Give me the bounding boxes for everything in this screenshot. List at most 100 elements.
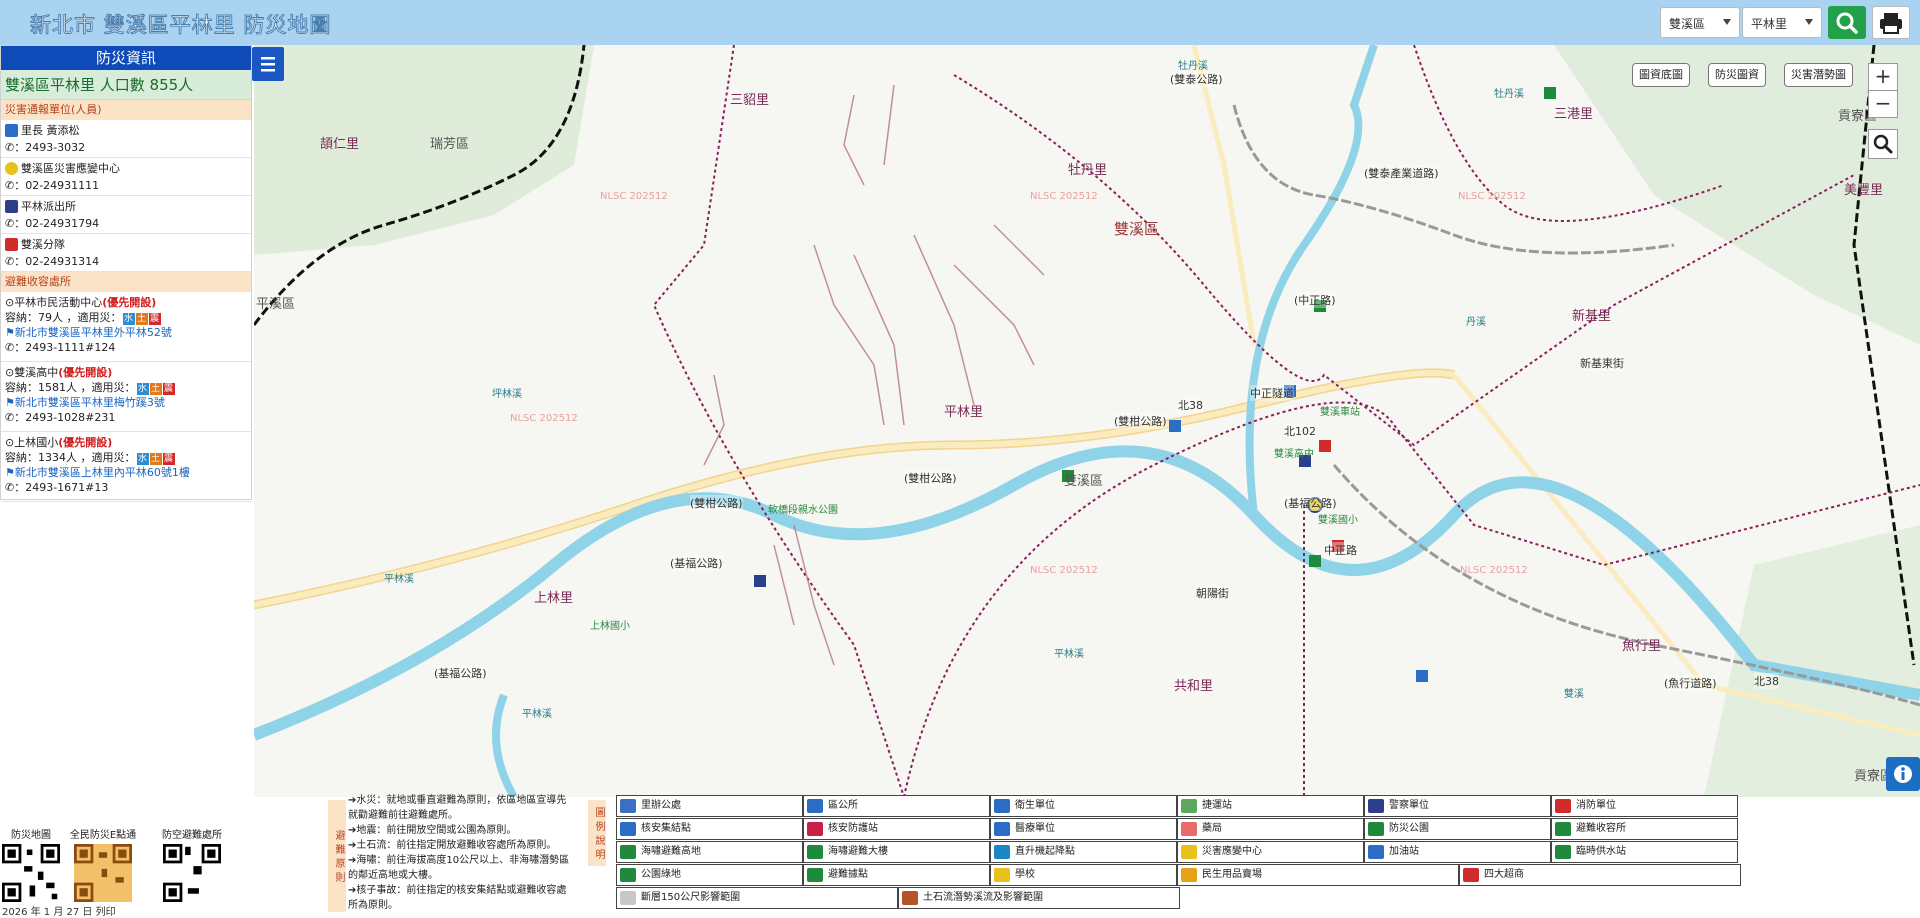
legend-item: 災害應變中心 (1177, 841, 1364, 863)
road-label: (雙泰公路) (1170, 71, 1223, 87)
legend-label: 土石流潛勢溪流及影響範圍 (923, 892, 1043, 903)
district-office-icon (807, 799, 823, 813)
contact-item: 平林派出所 ✆：02-24931794 (1, 196, 251, 234)
legend-label: 核安防護站 (828, 823, 878, 834)
legend-item: 海嘯避難高地 (616, 841, 803, 863)
contact-phone[interactable]: ：02-24931111 (14, 179, 99, 192)
legend-item: 區公所 (803, 795, 990, 817)
route-label: 北38 (1178, 397, 1203, 413)
fire-station-icon (5, 238, 18, 251)
poi-label: 軟橋段親水公園 (768, 505, 838, 516)
contact-phone[interactable]: ：02-24931314 (14, 255, 99, 268)
disaster-park-icon (1368, 822, 1384, 836)
legend-label: 民生用品賣場 (1202, 869, 1262, 880)
legend-item: 臨時供水站 (1551, 841, 1738, 863)
legend-heading: 圖例說明 (588, 800, 606, 866)
shelter-address[interactable]: 新北市雙溪區上林里內平林60號1樓 (15, 466, 190, 479)
fire-icon (1555, 799, 1571, 813)
legend-label: 斷層150公尺影響範圍 (641, 892, 741, 903)
hazard-map-button[interactable]: 災害潛勢圖 (1784, 63, 1853, 87)
shelter-phone[interactable]: ：2493-1028#231 (14, 411, 115, 424)
basemap-button[interactable]: 圖資底圖 (1632, 63, 1690, 87)
shelter-icon (1555, 822, 1571, 836)
search-icon (1836, 12, 1858, 34)
phone-icon: ✆ (5, 255, 15, 268)
target-icon: ⊙ (5, 296, 15, 309)
shelter-item[interactable]: ⊙雙溪高中(優先開設) 容納：1581人 ，適用災：水土震 ⚑新北市雙溪區平林里… (1, 362, 251, 432)
flood-tag: 水 (136, 383, 149, 395)
legend-item: 直升機起降點 (990, 841, 1177, 863)
tsunami-highland-icon (620, 845, 636, 859)
contact-name: 雙溪分隊 (21, 238, 65, 251)
qr-code-icon (163, 844, 221, 902)
shelter-phone[interactable]: ：2493-1671#13 (14, 481, 108, 494)
legend-item: 里辦公處 (616, 795, 803, 817)
legend-label: 核安集結點 (641, 823, 691, 834)
eoc-icon (1181, 845, 1197, 859)
earthquake-tag: 震 (162, 383, 175, 395)
shelter-item[interactable]: ⊙平林市民活動中心(優先開設) 容納：79人 ，適用災：水土震 ⚑新北市雙溪區平… (1, 292, 251, 362)
legend-label: 海嘯避難大樓 (828, 846, 888, 857)
search-button[interactable] (1828, 6, 1866, 39)
medical-icon (994, 822, 1010, 836)
contact-item: 雙溪區災害應變中心 ✆：02-24931111 (1, 158, 251, 196)
contact-phone[interactable]: ：02-24931794 (14, 217, 99, 230)
legend-label: 警察單位 (1389, 800, 1429, 811)
contact-phone[interactable]: ：2493-3032 (14, 141, 85, 154)
river-label: 雙溪 (1564, 689, 1584, 700)
map-search-button[interactable] (1868, 129, 1898, 159)
nuclear-station-icon (807, 822, 823, 836)
qr-code-icon (74, 844, 132, 902)
village-population: 雙溪區平林里 人口數 855人 (1, 70, 251, 100)
river-label: 平林溪 (384, 574, 414, 585)
district-select[interactable]: 雙溪區 (1660, 7, 1740, 38)
rule-item: ➔海嘯：前往海拔高度10公尺以上、非海嘯潛勢區的鄰近高地或大樓。 (348, 855, 570, 881)
contacts-heading: 災害通報單位(人員) (1, 100, 251, 120)
contact-name: 雙溪區災害應變中心 (21, 162, 120, 175)
store-icon (1181, 868, 1197, 882)
phone-icon: ✆ (5, 217, 15, 230)
qr-label: 防災地圖 (11, 830, 51, 841)
road-label: (雙柑公路) (904, 470, 957, 486)
village-select[interactable]: 平林里 (1742, 7, 1822, 38)
qr-air-raid-shelter[interactable]: 防空避難處所 (157, 826, 227, 905)
target-icon: ⊙ (5, 436, 15, 449)
rules-heading: 避難原則 (328, 800, 346, 912)
place-label: 平林里 (944, 405, 984, 420)
helicopter-icon (994, 845, 1010, 859)
village-office-icon (620, 799, 636, 813)
phone-icon: ✆ (5, 141, 15, 154)
page-title: 新北市 雙溪區平林里 防災地圖 (29, 13, 332, 38)
legend-label: 里辦公處 (641, 800, 681, 811)
legend-label: 公園綠地 (641, 869, 681, 880)
legend-item: 警察單位 (1364, 795, 1551, 817)
top-bar: 新北市 雙溪區平林里 防災地圖 雙溪區 平林里 (0, 0, 1920, 45)
legend-label: 海嘯避難高地 (641, 846, 701, 857)
print-button[interactable] (1872, 6, 1910, 39)
legend-label: 學校 (1015, 869, 1035, 880)
shelter-phone[interactable]: ：2493-1111#124 (14, 341, 115, 354)
landslide-tag: 土 (135, 313, 148, 325)
qr-e-disaster[interactable]: 全民防災E點通 (68, 826, 138, 905)
eoc-icon (5, 162, 18, 175)
zoom-in-button[interactable]: + (1868, 63, 1898, 91)
qr-disaster-map[interactable]: 防災地圖 (0, 826, 66, 905)
zoom-out-button[interactable]: − (1868, 90, 1898, 118)
info-button[interactable] (1886, 757, 1920, 791)
disaster-layers-button[interactable]: 防災圖資 (1708, 63, 1766, 87)
map-pin-icon: ⚑ (5, 466, 15, 479)
legend-item: 斷層150公尺影響範圍 (616, 887, 898, 909)
road-label: (中正路) (1294, 292, 1336, 308)
landslide-tag: 土 (149, 383, 162, 395)
menu-button[interactable] (252, 47, 284, 81)
school-icon (994, 868, 1010, 882)
printer-icon (1880, 13, 1902, 34)
target-icon: ⊙ (5, 366, 15, 379)
map-canvas[interactable]: NLSC 202512 NLSC 202512 NLSC 202512 NLSC… (254, 45, 1920, 797)
shelter-address[interactable]: 新北市雙溪區平林里外平林52號 (15, 326, 172, 339)
qr-label: 防空避難處所 (162, 830, 222, 841)
shelter-item[interactable]: ⊙上林國小(優先開設) 容納：1334人 ，適用災：水土震 ⚑新北市雙溪區上林里… (1, 432, 251, 502)
pharmacy-icon (1181, 822, 1197, 836)
shelter-address[interactable]: 新北市雙溪區平林里梅竹蹊3號 (15, 396, 165, 409)
poi-label: 雙溪國小 (1318, 515, 1358, 526)
